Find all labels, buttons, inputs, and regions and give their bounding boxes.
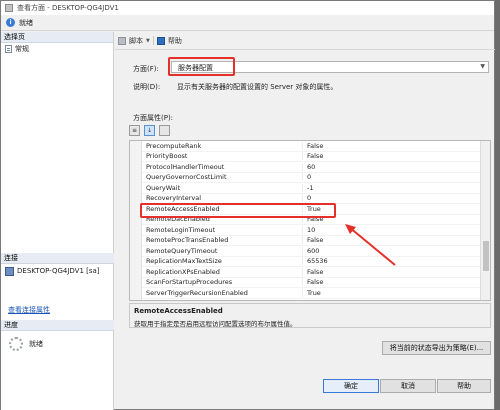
property-name: PriorityBoost [146,152,188,161]
window-title: 查看方面 - DESKTOP-QG4JDV1 [17,4,119,12]
connection-section: 连接 DESKTOP-QG4JDV1 [sa] [1,253,114,278]
property-description-title: RemoteAccessEnabled [134,307,223,315]
property-row[interactable]: RemoteQueryTimeout 600 [142,246,480,257]
property-name: ReplicationXPsEnabled [146,267,220,276]
property-value[interactable]: False [302,278,480,287]
status-text: 就绪 [19,18,33,27]
property-value[interactable]: 0 [302,194,480,203]
alphabetical-sort-button[interactable]: ↓ [144,125,155,136]
property-value[interactable]: False [302,141,480,150]
property-pages-button[interactable] [159,125,170,136]
property-row[interactable]: RemoteProcTransEnabled False [142,236,480,246]
property-name: RemoteQueryTimeout [146,246,218,255]
page-item-label: 常规 [15,45,29,53]
property-row[interactable]: RemoteLoginTimeout 10 [142,225,480,236]
title-bar: 查看方面 - DESKTOP-QG4JDV1 [1,1,494,15]
property-value[interactable]: 60 [302,162,480,171]
info-icon: i [6,18,15,27]
progress-header: 进度 [1,320,114,331]
property-name: RecoveryInterval [146,194,202,203]
toolbar-separator [152,36,154,45]
facet-label: 方面(F): [133,65,159,73]
property-value[interactable]: False [302,152,480,161]
page-icon [5,45,12,53]
property-name: PrecomputeRank [146,141,202,150]
property-name: ServerTriggerRecursionEnabled [146,288,248,297]
server-icon [5,266,14,276]
dropdown-arrow-icon[interactable]: ▼ [146,38,150,44]
ok-button[interactable]: 确定 [323,379,379,393]
property-row[interactable]: ReplicationMaxTextSize 65536 [142,257,480,267]
spinner-icon [9,337,23,351]
grid-scrollbar[interactable] [480,141,490,300]
left-panel: 选择页 常规 连接 DESKTOP-QG4JDV1 [sa] 查看连接属性 进度… [1,32,114,410]
description-label: 说明(D): [133,83,161,91]
view-connection-properties-link[interactable]: 查看连接属性 [8,305,50,315]
progress-body: 就绪 [1,331,114,357]
script-icon [118,36,126,45]
property-name: RemoteLoginTimeout [146,225,216,234]
property-name: ReplicationMaxTextSize [146,257,222,266]
remote-access-highlight-box [140,203,336,218]
connection-header: 连接 [1,253,114,264]
toolbar: 脚本 ▼ 帮助 [115,32,495,50]
view-facets-dialog: 查看方面 - DESKTOP-QG4JDV1 i 就绪 选择页 常规 连接 DE… [0,0,495,410]
property-row[interactable]: PriorityBoost False [142,152,480,162]
grid-gutter [130,141,142,300]
property-row[interactable]: QueryWait -1 [142,183,480,194]
export-policy-button[interactable]: 将当前的状态导出为策略(E)... [382,341,491,355]
red-arrow-annotation [345,224,396,266]
property-grid: PrecomputeRank False PriorityBoost False Pro… [129,140,491,301]
cancel-button[interactable]: 取消 [380,379,436,393]
progress-status: 就绪 [29,340,43,348]
page-item-general[interactable]: 常规 [1,43,113,55]
property-row[interactable]: QueryGovernorCostLimit 0 [142,173,480,183]
property-name: ScanForStartupProcedures [146,278,233,287]
status-bar: i 就绪 [1,15,494,31]
property-value[interactable]: 0 [302,173,480,182]
connection-item[interactable]: DESKTOP-QG4JDV1 [sa] [1,264,114,278]
property-row[interactable]: ServerTriggerRecursionEnabled True [142,288,480,299]
property-value[interactable]: False [302,267,480,276]
property-row[interactable]: PrecomputeRank False [142,141,480,152]
property-row[interactable]: ScanForStartupProcedures False [142,278,480,288]
property-rows: PrecomputeRank False PriorityBoost False Pro… [142,141,480,299]
description-text: 显示有关服务器的配置设置的 Server 对象的属性。 [177,83,338,91]
property-value[interactable]: -1 [302,183,480,192]
main-panel: 脚本 ▼ 帮助 方面(F): 服务器配置 ▼ 说明(D): 显示有关服务器的配置… [115,32,495,410]
properties-label: 方面属性(P): [133,114,174,122]
property-description-text: 获取用于指定是否启用远程访问配置选项的布尔属性值。 [134,320,297,328]
property-value[interactable]: True [302,288,480,297]
property-name: QueryWait [146,183,181,192]
help-button[interactable]: 帮助 [437,379,491,393]
property-name: RemoteProcTransEnabled [146,236,229,245]
help-icon [156,36,165,45]
help-toolbar-button[interactable]: 帮助 [168,36,182,46]
connection-label: DESKTOP-QG4JDV1 [sa] [17,267,100,275]
property-row[interactable]: ReplicationXPsEnabled False [142,267,480,278]
progress-section: 进度 就绪 [1,320,114,357]
chevron-down-icon: ▼ [480,63,485,70]
select-page-header: 选择页 [1,32,113,43]
facet-highlight-box [168,57,235,76]
property-name: QueryGovernorCostLimit [146,173,227,182]
app-icon [5,4,13,12]
categorized-sort-button[interactable]: ≡ [129,125,140,136]
property-sort-toolbar: ≡ ↓ [129,125,170,136]
scrollbar-thumb[interactable] [483,241,489,271]
property-description-box: RemoteAccessEnabled 获取用于指定是否启用远程访问配置选项的布… [129,303,491,328]
script-button[interactable]: 脚本 [129,36,143,46]
property-row[interactable]: ProtocolHandlerTimeout 60 [142,162,480,173]
property-name: ProtocolHandlerTimeout [146,162,225,171]
